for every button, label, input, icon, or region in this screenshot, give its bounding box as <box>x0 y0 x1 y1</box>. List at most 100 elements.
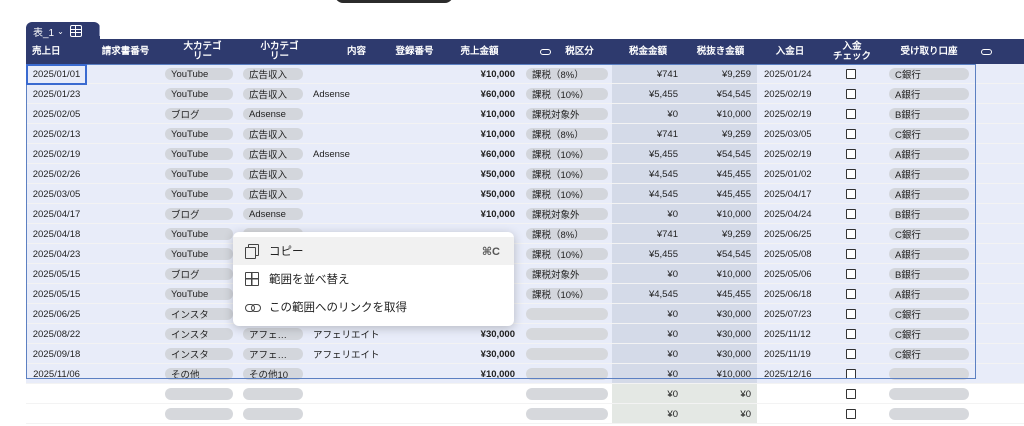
table-row[interactable]: 2025/04/17 ブログ Adsense ¥10,000 課税対象外 ¥0 ¥10,00… <box>26 204 1024 224</box>
cell-nyukin-check[interactable] <box>839 244 863 264</box>
cell-net[interactable]: ¥30,000 <box>684 304 751 324</box>
cell-net[interactable]: ¥10,000 <box>684 264 751 284</box>
cell-tax-type[interactable]: 課税（10%） <box>526 244 608 264</box>
cell-nyukin-check[interactable] <box>839 224 863 244</box>
checkbox[interactable] <box>846 289 856 299</box>
cell-net[interactable]: ¥10,000 <box>684 204 751 224</box>
cell-tax[interactable]: ¥741 <box>612 224 678 244</box>
cell-nyukin-check[interactable] <box>839 164 863 184</box>
cell-tax[interactable]: ¥0 <box>612 104 678 124</box>
cell-paid-date[interactable]: 2025/05/08 <box>764 244 826 264</box>
cell-sub[interactable] <box>243 384 303 404</box>
cell-paid-date[interactable]: 2025/04/24 <box>764 204 826 224</box>
cell-content[interactable]: Adsense <box>313 84 403 104</box>
checkbox[interactable] <box>846 249 856 259</box>
cell-paid-date[interactable] <box>764 384 826 404</box>
cell-paid-date[interactable]: 2025/05/06 <box>764 264 826 284</box>
menu-item-get-link[interactable]: この範囲へのリンクを取得 <box>233 293 514 321</box>
cell-cat[interactable]: ブログ <box>165 104 233 124</box>
cell-tax[interactable]: ¥4,545 <box>612 184 678 204</box>
cell-paid-date[interactable]: 2025/07/23 <box>764 304 826 324</box>
header-nyukin-check[interactable]: 入金 チェック <box>816 39 888 64</box>
cell-tax-type[interactable]: 課税（10%） <box>526 184 608 204</box>
header-sho-kategori[interactable]: 小カテゴ リー <box>241 39 318 64</box>
cell-net[interactable]: ¥45,455 <box>684 284 751 304</box>
header-dai-kategori[interactable]: 大カテゴ リー <box>164 39 241 64</box>
cell-sub[interactable]: 広告収入 <box>243 164 303 184</box>
cell-nyukin-check[interactable] <box>839 64 863 84</box>
cell-net[interactable]: ¥0 <box>684 384 751 404</box>
cell-tax[interactable]: ¥0 <box>612 384 678 404</box>
cell-cat[interactable]: YouTube <box>165 184 233 204</box>
cell-nyukin-check[interactable] <box>839 304 863 324</box>
cell-cat[interactable]: YouTube <box>165 124 233 144</box>
cell-tax-type[interactable]: 課税（10%） <box>526 164 608 184</box>
cell-account[interactable]: A銀行 <box>889 184 969 204</box>
header-uketori-koza[interactable]: 受け取り口座 <box>884 39 974 64</box>
cell-cat[interactable]: インスタ <box>165 324 233 344</box>
cell-account[interactable]: B銀行 <box>889 264 969 284</box>
cell-paid-date[interactable]: 2025/03/05 <box>764 124 826 144</box>
add-column-link-icon[interactable] <box>974 39 998 64</box>
checkbox[interactable] <box>846 189 856 199</box>
chevron-down-icon[interactable]: ⌄ <box>57 27 64 36</box>
checkbox[interactable] <box>846 69 856 79</box>
checkbox[interactable] <box>846 269 856 279</box>
cell-nyukin-check[interactable] <box>839 204 863 224</box>
cell-date[interactable]: 2025/02/13 <box>26 124 87 144</box>
checkbox[interactable] <box>846 109 856 119</box>
cell-paid-date[interactable]: 2025/04/17 <box>764 184 826 204</box>
cell-date[interactable]: 2025/05/15 <box>26 264 87 284</box>
cell-tax[interactable]: ¥741 <box>612 64 678 84</box>
cell-content[interactable] <box>313 64 403 84</box>
cell-net[interactable]: ¥9,259 <box>684 224 751 244</box>
cell-tax[interactable]: ¥0 <box>612 404 678 424</box>
cell-account[interactable]: A銀行 <box>889 284 969 304</box>
cell-amount[interactable] <box>441 404 515 424</box>
table-icon[interactable] <box>69 25 82 37</box>
cell-date[interactable]: 2025/03/05 <box>26 184 87 204</box>
cell-amount[interactable]: ¥60,000 <box>441 144 515 164</box>
table-row[interactable]: 2025/08/22 インスタ アフェ… アフェリエイト ¥30,000 ¥0 ¥30,00… <box>26 324 1024 344</box>
cell-sub[interactable]: その他10 <box>243 364 303 384</box>
sheet-tab[interactable]: 表_1 ⌄ <box>26 22 100 40</box>
checkbox[interactable] <box>846 409 856 419</box>
cell-amount[interactable]: ¥50,000 <box>441 164 515 184</box>
cell-amount[interactable]: ¥30,000 <box>441 344 515 364</box>
cell-nyukin-check[interactable] <box>839 364 863 384</box>
checkbox[interactable] <box>846 169 856 179</box>
cell-account[interactable]: C銀行 <box>889 304 969 324</box>
cell-account[interactable]: B銀行 <box>889 204 969 224</box>
cell-nyukin-check[interactable] <box>839 324 863 344</box>
cell-nyukin-check[interactable] <box>839 264 863 284</box>
table-row[interactable]: 2025/05/15 ブログ 課税対象外 ¥0 ¥10,000 2025/05/06 B銀行 <box>26 264 1024 284</box>
cell-content[interactable] <box>313 184 403 204</box>
cell-tax-type[interactable] <box>526 324 608 344</box>
checkbox[interactable] <box>846 209 856 219</box>
cell-sub[interactable]: Adsense <box>243 104 303 124</box>
cell-account[interactable]: A銀行 <box>889 144 969 164</box>
cell-date[interactable]: 2025/06/25 <box>26 304 87 324</box>
cell-account[interactable]: C銀行 <box>889 344 969 364</box>
cell-amount[interactable]: ¥10,000 <box>441 364 515 384</box>
cell-sub[interactable]: 広告収入 <box>243 84 303 104</box>
table-row[interactable]: 2025/06/25 インスタ ¥0 ¥30,000 2025/07/23 C銀行 <box>26 304 1024 324</box>
cell-amount[interactable] <box>441 384 515 404</box>
cell-paid-date[interactable]: 2025/06/18 <box>764 284 826 304</box>
checkbox[interactable] <box>846 329 856 339</box>
table-row[interactable]: 2025/09/18 インスタ アフェ… アフェリエイト ¥30,000 ¥0 ¥30,00… <box>26 344 1024 364</box>
header-seikyusho-bango[interactable]: 請求書番号 <box>87 39 164 64</box>
cell-tax[interactable]: ¥0 <box>612 204 678 224</box>
cell-tax-type[interactable] <box>526 344 608 364</box>
cell-tax-type[interactable]: 課税（8%） <box>526 64 608 84</box>
cell-tax-type[interactable]: 課税（8%） <box>526 124 608 144</box>
cell-cat[interactable]: インスタ <box>165 344 233 364</box>
cell-net[interactable]: ¥54,545 <box>684 144 751 164</box>
checkbox[interactable] <box>846 129 856 139</box>
cell-tax-type[interactable]: 課税（8%） <box>526 224 608 244</box>
cell-amount[interactable]: ¥10,000 <box>441 204 515 224</box>
checkbox[interactable] <box>846 149 856 159</box>
cell-cat[interactable]: YouTube <box>165 144 233 164</box>
cell-amount[interactable]: ¥30,000 <box>441 324 515 344</box>
menu-item-sort-range[interactable]: 範囲を並べ替え <box>233 265 514 293</box>
